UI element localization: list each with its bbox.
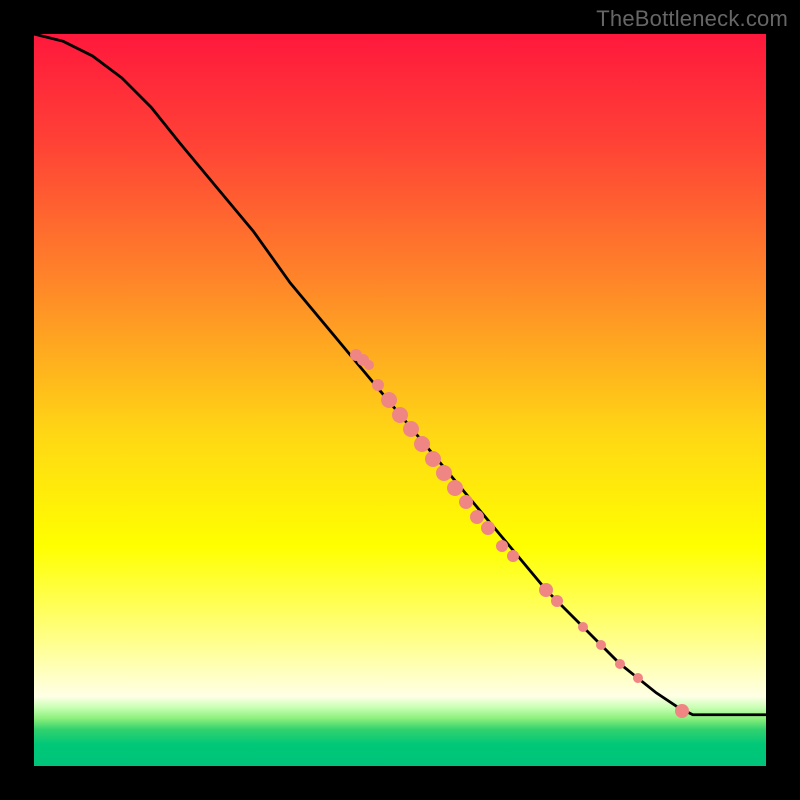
chart-svg bbox=[34, 34, 766, 766]
data-marker bbox=[539, 583, 553, 597]
data-marker bbox=[496, 540, 508, 552]
data-marker bbox=[414, 436, 430, 452]
data-marker bbox=[470, 510, 484, 524]
data-marker bbox=[372, 379, 384, 391]
watermark-label: TheBottleneck.com bbox=[596, 6, 788, 32]
chart-frame: TheBottleneck.com bbox=[0, 0, 800, 800]
data-marker bbox=[425, 451, 441, 467]
data-marker bbox=[459, 495, 473, 509]
plot-area bbox=[34, 34, 766, 766]
data-marker bbox=[578, 622, 588, 632]
data-marker bbox=[364, 360, 374, 370]
data-marker bbox=[675, 704, 689, 718]
data-marker bbox=[596, 640, 606, 650]
data-marker bbox=[381, 392, 397, 408]
data-marker bbox=[481, 521, 495, 535]
data-marker bbox=[447, 480, 463, 496]
data-marker bbox=[392, 407, 408, 423]
data-marker bbox=[436, 465, 452, 481]
data-marker bbox=[633, 673, 643, 683]
data-marker bbox=[551, 595, 563, 607]
data-marker bbox=[615, 659, 625, 669]
data-marker bbox=[350, 349, 362, 361]
gradient-background bbox=[34, 34, 766, 766]
data-marker bbox=[507, 550, 519, 562]
data-marker bbox=[403, 421, 419, 437]
